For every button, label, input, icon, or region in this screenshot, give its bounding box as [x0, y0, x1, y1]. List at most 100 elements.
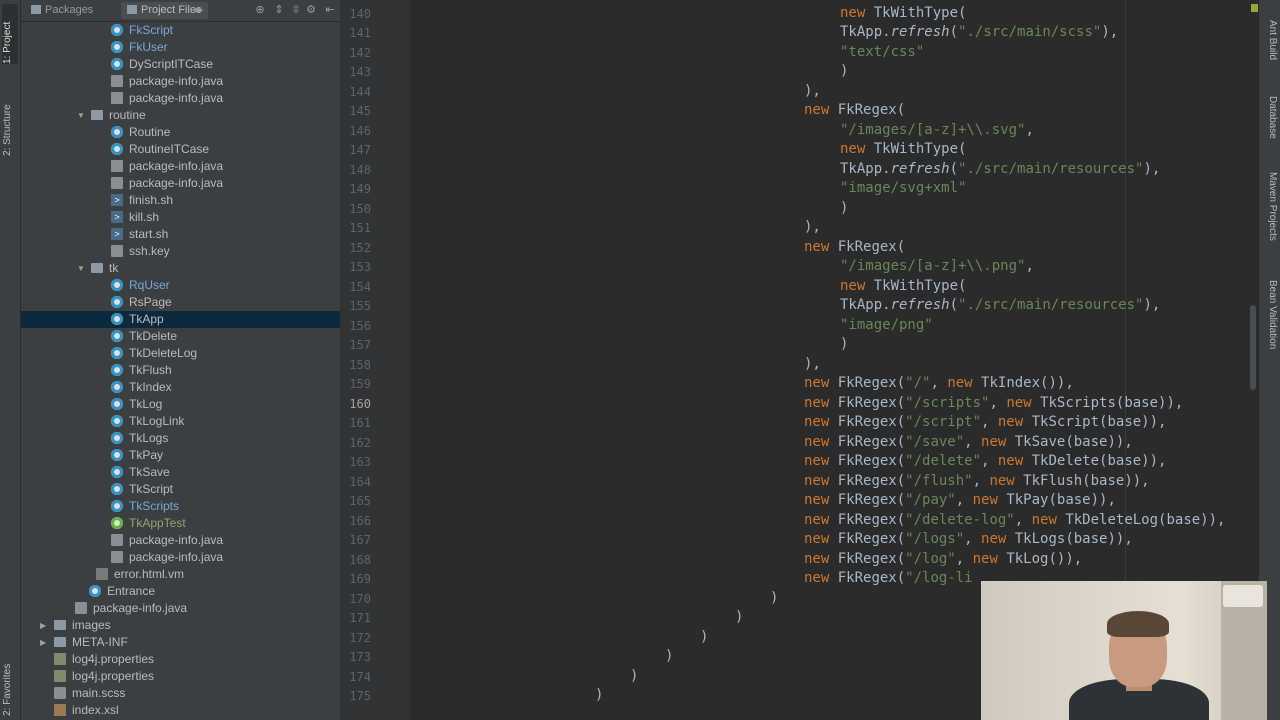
code-line[interactable]: new FkRegex("/logs", new TkLogs(base)),: [804, 531, 1133, 547]
project-tool-tab[interactable]: 1: Project: [2, 4, 18, 64]
tree-item[interactable]: Routine: [21, 124, 340, 141]
code-line[interactable]: new FkRegex("/flush", new TkFlush(base))…: [804, 473, 1150, 489]
code-line[interactable]: "/images/[a-z]+\\.png",: [840, 258, 1034, 274]
code-line[interactable]: new FkRegex("/pay", new TkPay(base)),: [804, 492, 1116, 508]
tree-item[interactable]: RoutineITCase: [21, 141, 340, 158]
tree-item[interactable]: package-info.java: [21, 532, 340, 549]
code-line[interactable]: ),: [804, 83, 821, 99]
tree-item[interactable]: package-info.java: [21, 90, 340, 107]
tree-item-label: RoutineITCase: [129, 142, 210, 156]
tree-item[interactable]: FkUser: [21, 39, 340, 56]
gear-icon[interactable]: ⚙: [304, 3, 318, 17]
code-line[interactable]: TkApp.refresh("./src/main/resources"),: [840, 297, 1160, 313]
code-line[interactable]: ),: [804, 356, 821, 372]
code-line[interactable]: ): [700, 629, 708, 645]
code-line[interactable]: new FkRegex("/save", new TkSave(base)),: [804, 434, 1133, 450]
tree-item[interactable]: package-info.java: [21, 158, 340, 175]
tree-folder[interactable]: ▶ META-INF: [21, 634, 340, 651]
code-line[interactable]: new FkRegex("/", new TkIndex()),: [804, 375, 1074, 391]
tree-item[interactable]: DyScriptITCase: [21, 56, 340, 73]
code-line[interactable]: ): [840, 336, 848, 352]
code-line[interactable]: new FkRegex("/delete-log", new TkDeleteL…: [804, 512, 1225, 528]
code-line[interactable]: "/images/[a-z]+\\.svg",: [840, 122, 1034, 138]
tree-folder[interactable]: ▶ images: [21, 617, 340, 634]
tree-item[interactable]: > start.sh: [21, 226, 340, 243]
tree-item[interactable]: TkApp: [21, 311, 340, 328]
tree-item[interactable]: > finish.sh: [21, 192, 340, 209]
code-line[interactable]: new TkWithType(: [840, 5, 966, 21]
tree-folder[interactable]: ▼ routine: [21, 107, 340, 124]
code-line[interactable]: TkApp.refresh("./src/main/scss"),: [840, 24, 1118, 40]
tree-item[interactable]: TkDelete: [21, 328, 340, 345]
collapse-arrow-icon[interactable]: ▶: [40, 634, 50, 651]
code-line[interactable]: new FkRegex("/log-li: [804, 570, 973, 586]
tree-item[interactable]: TkSave: [21, 464, 340, 481]
tree-item[interactable]: log4j.properties: [21, 668, 340, 685]
tree-item[interactable]: RsPage: [21, 294, 340, 311]
code-line[interactable]: new FkRegex("/log", new TkLog()),: [804, 551, 1082, 567]
tree-item[interactable]: TkLogs: [21, 430, 340, 447]
tree-item[interactable]: main.scss: [21, 685, 340, 702]
code-line[interactable]: new FkRegex(: [804, 102, 905, 118]
tree-item[interactable]: TkScripts: [21, 498, 340, 515]
tree-item[interactable]: TkIndex: [21, 379, 340, 396]
expand-arrow-icon[interactable]: ▼: [77, 260, 87, 277]
packages-tab[interactable]: Packages: [25, 2, 99, 19]
database-tool-tab[interactable]: Database: [1262, 96, 1278, 139]
tree-item[interactable]: package-info.java: [21, 73, 340, 90]
code-line[interactable]: new FkRegex("/scripts", new TkScripts(ba…: [804, 395, 1183, 411]
tree-item[interactable]: TkLogLink: [21, 413, 340, 430]
collapse-arrows-icon[interactable]: ◂▸: [191, 3, 205, 17]
tree-item[interactable]: RqUser: [21, 277, 340, 294]
code-line[interactable]: ): [840, 63, 848, 79]
scroll-from-source-icon[interactable]: ⊕: [253, 3, 267, 17]
tree-item[interactable]: TkScript: [21, 481, 340, 498]
editor-scrollbar-thumb[interactable]: [1250, 305, 1256, 390]
tree-item[interactable]: TkFlush: [21, 362, 340, 379]
code-line[interactable]: new TkWithType(: [840, 278, 966, 294]
tree-item[interactable]: > kill.sh: [21, 209, 340, 226]
tree-item[interactable]: ssh.key: [21, 243, 340, 260]
code-line[interactable]: TkApp.refresh("./src/main/resources"),: [840, 161, 1160, 177]
code-line[interactable]: "text/css": [840, 44, 924, 60]
tree-item[interactable]: TkPay: [21, 447, 340, 464]
code-line[interactable]: new TkWithType(: [840, 141, 966, 157]
collapse-all-icon[interactable]: ⇕: [272, 3, 286, 17]
code-line[interactable]: new FkRegex("/script", new TkScript(base…: [804, 414, 1166, 430]
collapse-arrow-icon[interactable]: ▶: [40, 617, 50, 634]
tree-item[interactable]: TkDeleteLog: [21, 345, 340, 362]
code-line[interactable]: ): [665, 648, 673, 664]
favorites-tool-tab[interactable]: 2: Favorites: [2, 650, 18, 716]
code-line[interactable]: ): [595, 687, 603, 703]
code-line[interactable]: ): [735, 609, 743, 625]
tree-item[interactable]: TkLog: [21, 396, 340, 413]
tree-item[interactable]: Entrance: [21, 583, 340, 600]
tree-item[interactable]: TkAppTest: [21, 515, 340, 532]
tree-folder[interactable]: ▼ tk: [21, 260, 340, 277]
code-line[interactable]: ): [840, 200, 848, 216]
structure-tool-tab[interactable]: 2: Structure: [2, 86, 18, 156]
expand-arrow-icon[interactable]: ▼: [77, 107, 87, 124]
tree-item[interactable]: FkScript: [21, 22, 340, 39]
hide-panel-icon[interactable]: ⇤: [323, 3, 337, 17]
code-line[interactable]: ),: [804, 219, 821, 235]
code-line[interactable]: "/css/[a-z]+\\.css",: [840, 0, 1009, 1]
tree-item[interactable]: error.html.vm: [21, 566, 340, 583]
maven-projects-tool-tab[interactable]: Maven Projects: [1262, 172, 1278, 241]
bean-validation-tool-tab[interactable]: Bean Validation: [1262, 280, 1278, 349]
tree-item[interactable]: package-info.java: [21, 600, 340, 617]
file-icon: [54, 687, 66, 699]
code-line[interactable]: ): [630, 668, 638, 684]
tree-item[interactable]: log4j.properties: [21, 651, 340, 668]
code-line[interactable]: "image/svg+xml": [840, 180, 966, 196]
folder-icon: [91, 110, 103, 120]
ant-build-tool-tab[interactable]: Ant Build: [1262, 20, 1278, 60]
tree-item[interactable]: package-info.java: [21, 175, 340, 192]
tree-item[interactable]: package-info.java: [21, 549, 340, 566]
code-line[interactable]: new FkRegex(: [804, 239, 905, 255]
code-line[interactable]: "image/png": [840, 317, 933, 333]
code-line[interactable]: new FkRegex("/delete", new TkDelete(base…: [804, 453, 1166, 469]
tree-item[interactable]: index.xsl: [21, 702, 340, 719]
code-line[interactable]: ): [770, 590, 778, 606]
expand-icon[interactable]: ⇳: [289, 3, 303, 17]
